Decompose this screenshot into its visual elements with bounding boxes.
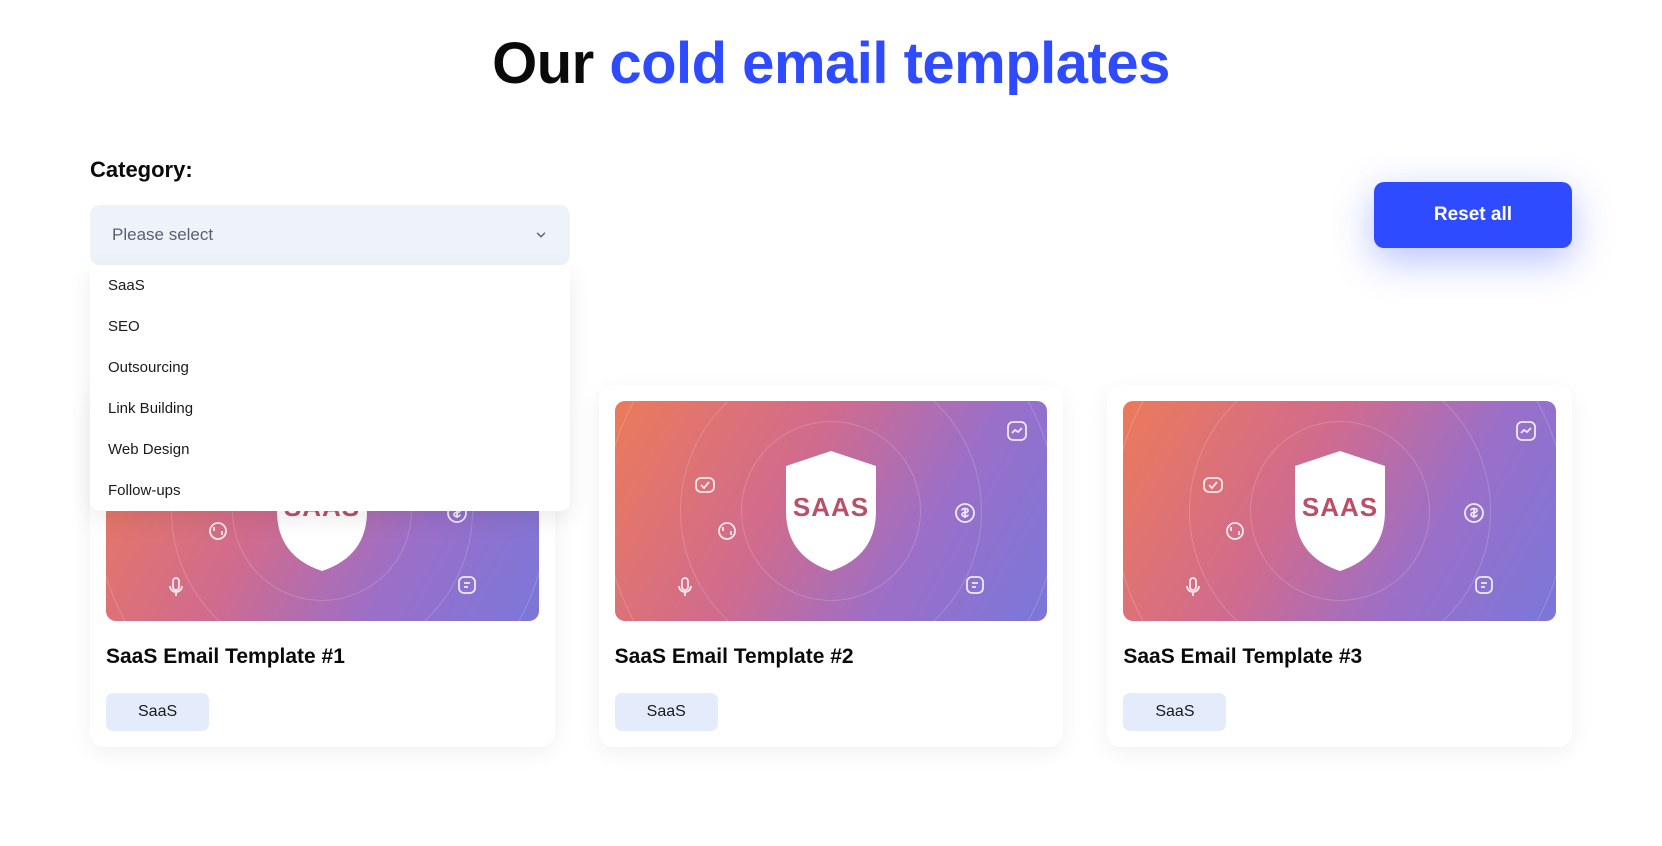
title-part-blue: cold email templates [609,31,1170,96]
card-image: SAAS [1123,401,1556,621]
category-select[interactable]: Please select [90,205,570,265]
dropdown-option-seo[interactable]: SEO [90,306,570,347]
svg-text:SAAS: SAAS [1302,492,1378,522]
filter-row: Category: Please select SaaS SEO Outsour… [90,157,1572,265]
chart-icon [1005,419,1029,443]
card-title: SaaS Email Template #3 [1123,645,1556,669]
chart-icon [1514,419,1538,443]
card-image: SAAS [615,401,1048,621]
shield-icon: SAAS [1285,446,1395,576]
dropdown-option-saas[interactable]: SaaS [90,265,570,306]
check-badge-icon [693,473,717,497]
dropdown-option-web-design[interactable]: Web Design [90,429,570,470]
dollar-icon [1462,501,1486,525]
template-card[interactable]: SAAS SaaS Email Template #2 SaaS [599,385,1064,747]
dropdown-option-outsourcing[interactable]: Outsourcing [90,347,570,388]
category-select-wrapper: Please select SaaS SEO Outsourcing Link … [90,205,570,265]
dropdown-option-link-building[interactable]: Link Building [90,388,570,429]
refresh-icon [206,519,230,543]
refresh-icon [715,519,739,543]
mic-icon [673,575,697,599]
page-title: Our cold email templates [90,30,1572,97]
note-icon [455,573,479,597]
reset-button[interactable]: Reset all [1374,182,1572,248]
category-dropdown: SaaS SEO Outsourcing Link Building Web D… [90,265,570,511]
check-badge-icon [1201,473,1225,497]
shield-icon: SAAS [776,446,886,576]
card-tag[interactable]: SaaS [1123,693,1226,731]
note-icon [1472,573,1496,597]
filter-left: Category: Please select SaaS SEO Outsour… [90,157,570,265]
dollar-icon [953,501,977,525]
card-tag[interactable]: SaaS [106,693,209,731]
mic-icon [1181,575,1205,599]
category-label: Category: [90,157,570,183]
title-part-dark: Our [492,31,609,96]
note-icon [963,573,987,597]
chevron-down-icon [534,228,548,242]
template-card[interactable]: SAAS SaaS Email Template #3 SaaS [1107,385,1572,747]
refresh-icon [1223,519,1247,543]
mic-icon [164,575,188,599]
card-tag[interactable]: SaaS [615,693,718,731]
dropdown-option-follow-ups[interactable]: Follow-ups [90,470,570,511]
select-placeholder: Please select [112,225,213,245]
card-title: SaaS Email Template #1 [106,645,539,669]
svg-text:SAAS: SAAS [793,492,869,522]
card-title: SaaS Email Template #2 [615,645,1048,669]
